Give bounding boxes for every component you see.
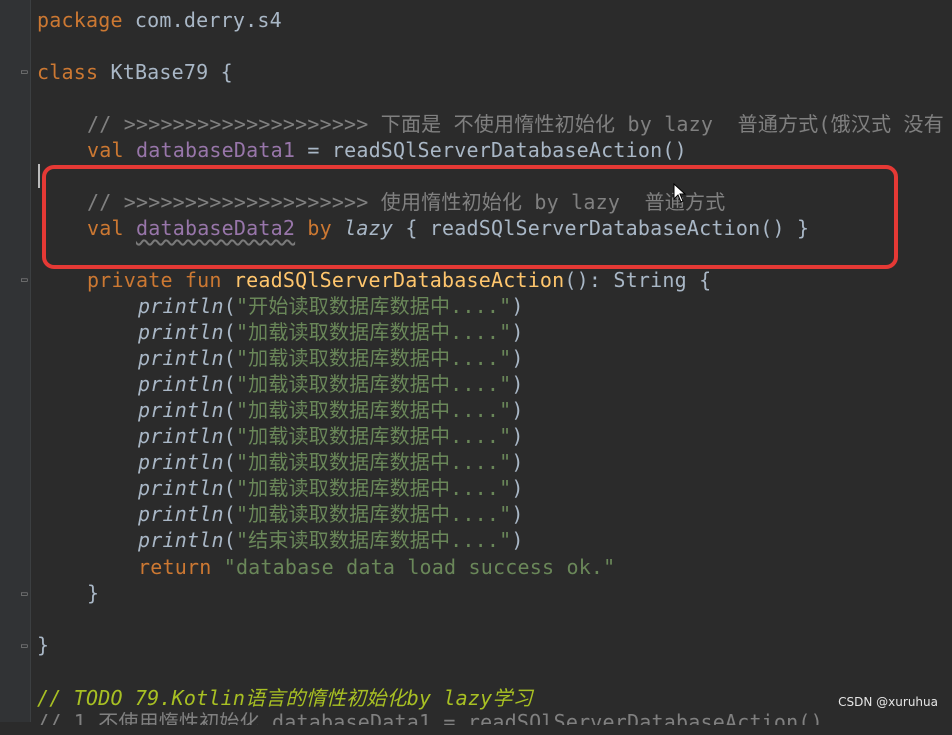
code-line-close-class: } <box>37 633 50 657</box>
code-line-fun: private fun readSQlServerDatabaseAction(… <box>87 268 712 292</box>
fold-icon[interactable]: ▭ <box>21 640 32 651</box>
editor-gutter: ▭ ▭ ▭ ▭ <box>0 0 31 722</box>
code-line-println: println("开始读取数据库数据中....") <box>138 294 524 318</box>
code-line-println: println("加载读取数据库数据中....") <box>138 476 524 500</box>
fold-icon[interactable]: ▭ <box>21 66 32 77</box>
code-line-return: return "database data load success ok." <box>138 555 616 579</box>
code-editor[interactable]: package com.derry.s4 class KtBase79 { //… <box>37 0 952 725</box>
code-line-println: println("加载读取数据库数据中....") <box>138 346 524 370</box>
code-line-val1: val databaseData1 = readSQlServerDatabas… <box>87 138 687 162</box>
code-todo-comment: // TODO 79.Kotlin语言的惰性初始化by lazy学习 <box>37 686 533 710</box>
code-line-println: println("加载读取数据库数据中....") <box>138 450 524 474</box>
highlight-annotation <box>42 165 898 269</box>
fold-icon[interactable]: ▭ <box>21 274 32 285</box>
mouse-pointer-icon <box>673 183 687 203</box>
code-line-println: println("加载读取数据库数据中....") <box>138 320 524 344</box>
code-comment: // 1.不使用惰性初始化 databaseData1 = readSQlSer… <box>37 710 823 734</box>
text-caret <box>38 164 40 188</box>
watermark: CSDN @xuruhua <box>838 695 938 709</box>
code-line-package: package com.derry.s4 <box>37 8 282 32</box>
code-line-println: println("加载读取数据库数据中....") <box>138 372 524 396</box>
fold-icon[interactable]: ▭ <box>21 588 32 599</box>
code-line-class: class KtBase79 { <box>37 60 233 84</box>
code-line-println: println("加载读取数据库数据中....") <box>138 398 524 422</box>
code-line-println: println("加载读取数据库数据中....") <box>138 502 524 526</box>
code-line-println: println("加载读取数据库数据中....") <box>138 424 524 448</box>
code-line-println: println("结束读取数据库数据中....") <box>138 528 524 552</box>
code-comment: // >>>>>>>>>>>>>>>>>>>> 下面是 不使用惰性初始化 by … <box>87 112 944 136</box>
code-line-close-fun: } <box>87 581 100 605</box>
